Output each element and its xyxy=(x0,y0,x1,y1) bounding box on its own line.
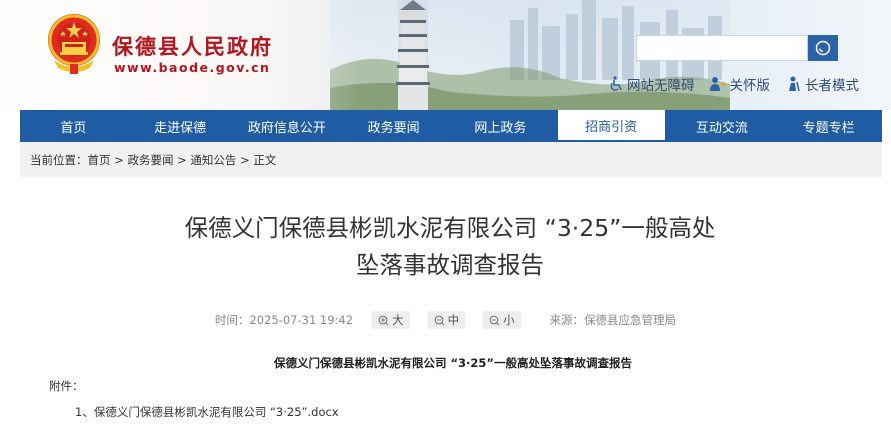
nav-gov-news[interactable]: 政务要闻 xyxy=(340,110,447,142)
care-mode-link[interactable]: 关怀版 xyxy=(709,74,771,94)
article-meta: 时间：2025-07-31 19:42 大 中 小 来源：保德县应急管理局 xyxy=(0,311,891,329)
site-url: www.baode.gov.cn xyxy=(114,60,271,75)
font-size-small-button[interactable]: 小 xyxy=(483,311,521,329)
site-header: 保德县人民政府 www.baode.gov.cn 网站无障碍 关怀版 长者模式 xyxy=(0,0,891,110)
time-value: 2025-07-31 19:42 xyxy=(249,313,354,327)
breadcrumb-gov-news[interactable]: 政务要闻 xyxy=(127,152,173,168)
elder-mode-label: 长者模式 xyxy=(805,78,859,94)
breadcrumb-notices[interactable]: 通知公告 xyxy=(190,152,236,168)
breadcrumb: 当前位置： 首页 > 政务要闻 > 通知公告 > 正文 xyxy=(20,142,882,177)
font-size-large-label: 大 xyxy=(392,313,404,327)
document-heading: 保德义门保德县彬凯水泥有限公司 “3·25”一般高处坠落事故调查报告 xyxy=(274,356,632,370)
zoom-reset-icon xyxy=(434,315,444,325)
nav-about-baode[interactable]: 走进保德 xyxy=(127,110,234,142)
site-name: 保德县人民政府 xyxy=(112,34,273,59)
accessibility-label: 网站无障碍 xyxy=(627,78,695,94)
pagoda xyxy=(396,0,430,110)
attachment-link[interactable]: 1、保德义门保德县彬凯水泥有限公司 “3·25”.docx xyxy=(75,404,339,420)
breadcrumb-prefix: 当前位置： xyxy=(30,152,88,167)
attachment-label: 附件： xyxy=(49,379,84,393)
care-mode-label: 关怀版 xyxy=(729,78,771,94)
breadcrumb-separator: > xyxy=(173,152,191,167)
search-button[interactable] xyxy=(808,35,838,61)
person-heart-icon xyxy=(709,77,726,91)
time-label: 时间： xyxy=(214,313,250,327)
article-source: 来源：保德县应急管理局 xyxy=(550,312,677,328)
font-size-small-label: 小 xyxy=(503,313,515,327)
search-icon xyxy=(815,40,831,56)
article-title-line-2: 坠落事故调查报告 xyxy=(356,251,544,279)
source-label: 来源： xyxy=(549,313,585,327)
publish-time: 时间：2025-07-31 19:42 xyxy=(215,312,353,328)
accessibility-links: 网站无障碍 关怀版 长者模式 xyxy=(608,74,859,94)
national-emblem-logo xyxy=(48,14,100,74)
nav-interaction[interactable]: 互动交流 xyxy=(669,110,776,142)
wheelchair-icon xyxy=(610,76,622,91)
nav-home[interactable]: 首页 xyxy=(20,110,127,142)
elder-icon xyxy=(789,76,800,92)
breadcrumb-separator: > xyxy=(110,152,128,167)
accessibility-link[interactable]: 网站无障碍 xyxy=(608,74,695,94)
breadcrumb-current: 正文 xyxy=(253,152,277,167)
breadcrumb-separator: > xyxy=(236,152,254,167)
zoom-in-icon xyxy=(378,315,389,325)
zoom-out-icon xyxy=(489,315,500,325)
elder-mode-link[interactable]: 长者模式 xyxy=(784,74,859,94)
nav-investment[interactable]: 招商引资 xyxy=(557,110,665,142)
font-size-medium-button[interactable]: 中 xyxy=(427,311,466,329)
article-title-line-1: 保德义门保德县彬凯水泥有限公司 “3·25”一般高处 xyxy=(184,214,716,242)
font-size-medium-label: 中 xyxy=(447,313,460,327)
search-input[interactable] xyxy=(636,35,808,61)
font-size-large-button[interactable]: 大 xyxy=(372,311,410,329)
breadcrumb-home[interactable]: 首页 xyxy=(88,152,111,168)
nav-gov-info[interactable]: 政府信息公开 xyxy=(234,110,341,142)
nav-online-services[interactable]: 网上政务 xyxy=(447,110,554,142)
main-nav: 首页 走进保德 政府信息公开 政务要闻 网上政务 招商引资 互动交流 专题专栏 xyxy=(20,110,882,142)
article-title: 保德义门保德县彬凯水泥有限公司 “3·25”一般高处 坠落事故调查报告 xyxy=(120,210,780,284)
nav-special-topics[interactable]: 专题专栏 xyxy=(775,110,882,142)
source-value: 保德县应急管理局 xyxy=(584,313,677,327)
